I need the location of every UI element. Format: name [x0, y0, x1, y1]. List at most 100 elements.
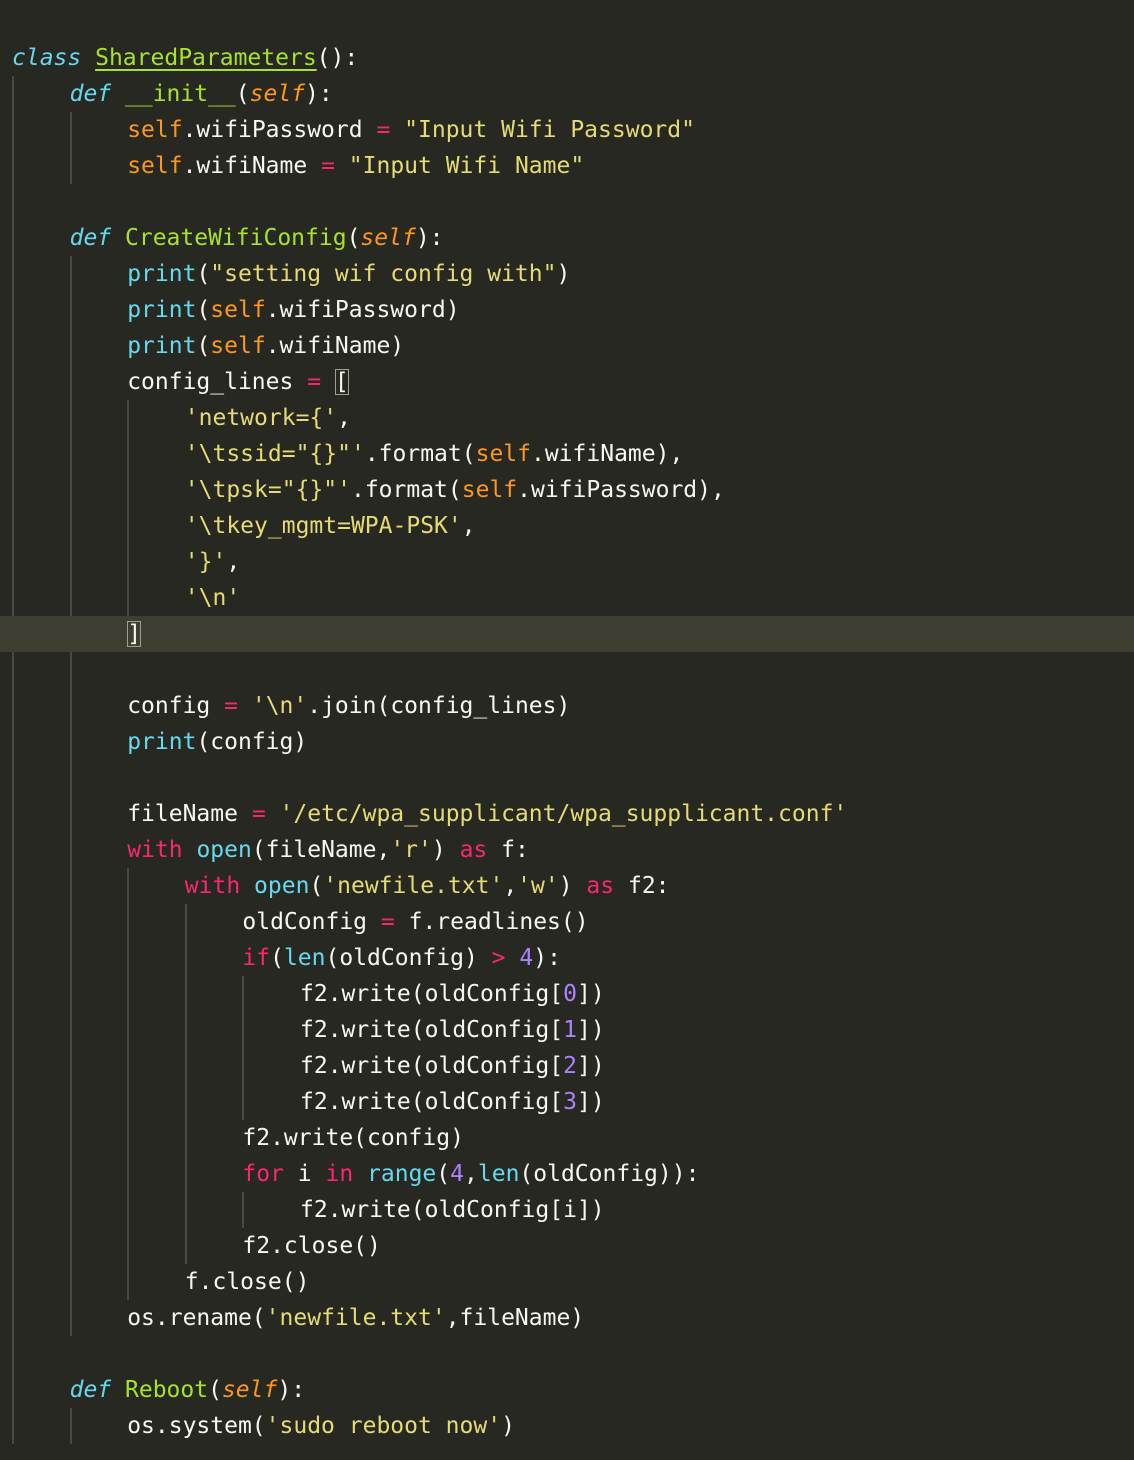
code-line[interactable]: os.system('sudo reboot now')	[0, 1408, 1134, 1444]
code-token: self	[475, 441, 531, 467]
code-token: '\tssid="{}"'	[184, 441, 365, 467]
code-line-text: os.rename('newfile.txt',fileName)	[127, 1300, 584, 1336]
code-token: f2.write(oldConfig[	[300, 1053, 564, 1079]
code-line[interactable]: f2.write(oldConfig[3])	[0, 1084, 1134, 1120]
code-token: 'network={'	[184, 405, 338, 431]
code-line[interactable]: os.rename('newfile.txt',fileName)	[0, 1300, 1134, 1336]
code-token: def	[69, 1377, 112, 1403]
code-token: as	[459, 837, 488, 863]
code-token: for	[242, 1161, 284, 1187]
code-line[interactable]	[0, 184, 1134, 220]
code-token: (	[208, 1377, 222, 1403]
code-line[interactable]: if(len(oldConfig) > 4):	[0, 940, 1134, 976]
code-token: )	[556, 261, 571, 287]
code-line[interactable]: 'network={',	[0, 400, 1134, 436]
code-token: os.rename(	[127, 1305, 266, 1331]
code-line[interactable]: def __init__(self):	[0, 76, 1134, 112]
code-token: (config)	[196, 729, 308, 755]
code-token: ,	[226, 549, 241, 575]
code-token: ():	[316, 45, 359, 71]
code-token: '}'	[184, 549, 227, 575]
code-token: .format(	[364, 441, 476, 467]
code-line[interactable]	[0, 652, 1134, 688]
code-line[interactable]: f2.write(oldConfig[1])	[0, 1012, 1134, 1048]
code-token: as	[586, 873, 615, 899]
code-token: ,fileName)	[445, 1305, 585, 1331]
code-token: .format(	[350, 477, 462, 503]
code-line-text: self.wifiPassword = "Input Wifi Password…	[127, 112, 695, 148]
code-line[interactable]: '\tssid="{}"'.format(self.wifiName),	[0, 436, 1134, 472]
code-token: ])	[576, 1053, 605, 1079]
code-line-text: def CreateWifiConfig(self):	[70, 220, 444, 256]
code-line[interactable]	[0, 1336, 1134, 1372]
code-token: ):	[277, 1377, 306, 1403]
code-token: ):	[533, 945, 561, 971]
code-line-text: '\tkey_mgmt=WPA-PSK',	[185, 508, 476, 544]
code-token: len	[477, 1161, 520, 1187]
code-token: =	[321, 153, 335, 179]
code-token: self	[461, 477, 518, 503]
code-line[interactable]: f.close()	[0, 1264, 1134, 1300]
code-line[interactable]: '}',	[0, 544, 1134, 580]
code-line[interactable]: f2.write(oldConfig[i])	[0, 1192, 1134, 1228]
code-token: '\tpsk="{}"'	[184, 477, 351, 503]
code-line-text: os.system('sudo reboot now')	[127, 1408, 515, 1444]
code-line[interactable]: ]	[0, 616, 1134, 652]
code-token: f2.write(oldConfig[i])	[300, 1197, 605, 1223]
code-token: self	[221, 1377, 278, 1403]
code-token: self	[249, 81, 306, 107]
code-token: with	[184, 873, 241, 899]
code-line[interactable]: print(self.wifiName)	[0, 328, 1134, 364]
code-line[interactable]: print(config)	[0, 724, 1134, 760]
code-token: f.close()	[184, 1269, 310, 1295]
code-line[interactable]: '\tkey_mgmt=WPA-PSK',	[0, 508, 1134, 544]
code-line[interactable]: '\n'	[0, 580, 1134, 616]
code-line[interactable]: print(self.wifiPassword)	[0, 292, 1134, 328]
code-line[interactable]: print("setting wif config with")	[0, 256, 1134, 292]
code-line-text: for i in range(4,len(oldConfig)):	[242, 1156, 699, 1192]
code-line[interactable]: f2.close()	[0, 1228, 1134, 1264]
code-editor[interactable]: class SharedParameters(): def __init__(se…	[0, 0, 1134, 1460]
code-token: f2.write(config)	[242, 1125, 464, 1151]
code-line[interactable]: def CreateWifiConfig(self):	[0, 220, 1134, 256]
code-token: print	[127, 297, 197, 323]
code-token: (oldConfig)	[325, 945, 492, 971]
code-line[interactable]: def Reboot(self):	[0, 1372, 1134, 1408]
code-line[interactable]: with open(fileName,'r') as f:	[0, 832, 1134, 868]
code-token: .wifiName	[182, 153, 322, 179]
code-line[interactable]: config_lines = [	[0, 364, 1134, 400]
code-line[interactable]	[0, 760, 1134, 796]
code-token: 'newfile.txt'	[265, 1305, 446, 1331]
code-token: ,	[461, 513, 476, 539]
code-line[interactable]: class SharedParameters():	[0, 40, 1134, 76]
code-line[interactable]: fileName = '/etc/wpa_supplicant/wpa_supp…	[0, 796, 1134, 832]
code-token: print	[127, 333, 197, 359]
code-line-text: '}',	[185, 544, 240, 580]
code-line[interactable]: '\tpsk="{}"'.format(self.wifiPassword),	[0, 472, 1134, 508]
code-line[interactable]: oldConfig = f.readlines()	[0, 904, 1134, 940]
code-token: class	[12, 45, 82, 71]
code-token: (	[346, 225, 361, 251]
code-token: __init__	[125, 81, 236, 107]
code-token: in	[325, 1161, 354, 1187]
code-token: (	[270, 945, 284, 971]
code-token: 1	[563, 1017, 577, 1043]
code-line[interactable]: with open('newfile.txt','w') as f2:	[0, 868, 1134, 904]
code-token: '\tkey_mgmt=WPA-PSK'	[184, 513, 462, 539]
code-line[interactable]: self.wifiPassword = "Input Wifi Password…	[0, 112, 1134, 148]
code-token: f2.write(oldConfig[	[300, 1017, 564, 1043]
code-line[interactable]: f2.write(oldConfig[0])	[0, 976, 1134, 1012]
code-line[interactable]: f2.write(config)	[0, 1120, 1134, 1156]
code-line[interactable]: config = '\n'.join(config_lines)	[0, 688, 1134, 724]
code-token: def	[69, 225, 112, 251]
code-line-text: '\tpsk="{}"'.format(self.wifiPassword),	[185, 472, 725, 508]
code-line[interactable]: for i in range(4,len(oldConfig)):	[0, 1156, 1134, 1192]
code-line[interactable]: f2.write(oldConfig[2])	[0, 1048, 1134, 1084]
code-token: .wifiName),	[530, 441, 684, 467]
code-line[interactable]: self.wifiName = "Input Wifi Name"	[0, 148, 1134, 184]
code-token: .join(config_lines)	[307, 693, 571, 719]
